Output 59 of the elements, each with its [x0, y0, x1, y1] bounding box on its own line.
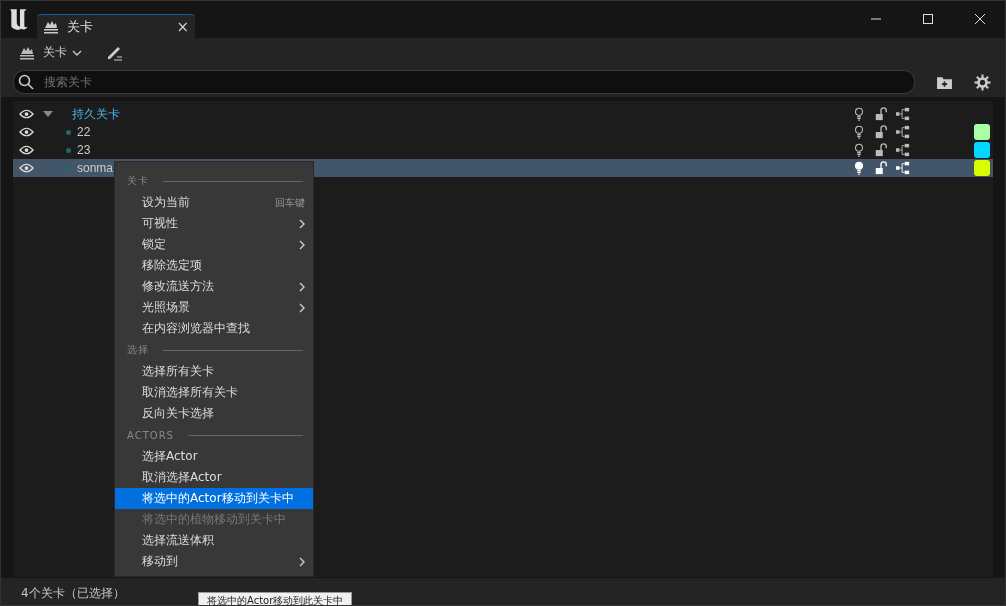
menu-section-header: 关卡 — [127, 174, 149, 188]
settings-icon[interactable] — [974, 73, 991, 91]
chevron-down-icon — [72, 49, 82, 56]
unlocked-padlock-icon[interactable] — [874, 125, 888, 139]
menu-item[interactable]: 选择所有关卡 — [115, 361, 313, 382]
menu-item[interactable]: 设为当前 回车键 — [115, 192, 313, 213]
level-name: 持久关卡 — [72, 105, 120, 123]
hierarchy-icon[interactable] — [896, 107, 910, 121]
eye-icon[interactable] — [19, 127, 34, 137]
menu-item[interactable]: 选择Actor — [115, 446, 313, 467]
lightbulb-icon[interactable] — [852, 161, 866, 175]
level-icon — [19, 45, 35, 60]
maximize-icon[interactable] — [922, 13, 934, 25]
menu-item[interactable]: 取消选择Actor — [115, 467, 313, 488]
level-color-swatch[interactable] — [974, 124, 990, 140]
tab-title: 关卡 — [67, 17, 93, 36]
search-field[interactable]: 搜索关卡 — [13, 70, 915, 94]
tooltip: 将选中的Actor移动到此关卡中 — [198, 592, 353, 605]
hierarchy-icon[interactable] — [896, 143, 910, 157]
hierarchy-icon[interactable] — [896, 125, 910, 139]
search-icon — [18, 74, 34, 90]
tab-close-button[interactable]: × — [176, 17, 189, 36]
menu-section-header: ACTORS — [127, 429, 174, 441]
levels-dropdown-button[interactable]: 关卡 — [19, 44, 82, 61]
menu-item[interactable]: 将选中的Actor移动到关卡中 — [115, 488, 313, 509]
lightbulb-icon[interactable] — [852, 125, 866, 139]
menu-item[interactable]: 移除选定项 — [115, 255, 313, 276]
menu-item[interactable]: 移动到 — [115, 551, 313, 572]
level-name: 23 — [77, 143, 91, 157]
menu-item[interactable]: 取消选择所有关卡 — [115, 382, 313, 403]
menu-section-header: 选择 — [127, 343, 149, 357]
close-icon[interactable] — [974, 13, 986, 25]
lightbulb-icon[interactable] — [852, 143, 866, 157]
level-icon — [43, 19, 59, 34]
unlocked-padlock-icon[interactable] — [874, 161, 888, 175]
unlocked-padlock-icon[interactable] — [874, 107, 888, 121]
level-row[interactable]: 22 — [13, 123, 993, 141]
eye-icon[interactable] — [19, 109, 34, 119]
level-color-swatch[interactable] — [974, 160, 990, 176]
menu-item[interactable]: 光照场景 — [115, 297, 313, 318]
expand-arrow-icon[interactable] — [43, 109, 53, 119]
lightbulb-icon[interactable] — [852, 107, 866, 121]
menu-item[interactable]: 反向关卡选择 — [115, 403, 313, 424]
level-name: sonma — [77, 161, 114, 175]
menu-item[interactable]: 锁定 — [115, 234, 313, 255]
unlocked-padlock-icon[interactable] — [874, 143, 888, 157]
menu-item[interactable]: 选择流送体积 — [115, 530, 313, 551]
eye-icon[interactable] — [19, 163, 34, 173]
level-row[interactable]: 持久关卡 — [13, 105, 993, 123]
menu-item[interactable]: 在内容浏览器中查找 — [115, 318, 313, 339]
status-text: 4个关卡（已选择） — [21, 584, 125, 602]
level-row[interactable]: 23 — [13, 141, 993, 159]
levels-tab[interactable]: 关卡 × — [37, 14, 195, 38]
level-name: 22 — [77, 125, 91, 139]
menu-item[interactable]: 可视性 — [115, 213, 313, 234]
eye-icon[interactable] — [19, 145, 34, 155]
hierarchy-icon[interactable] — [896, 161, 910, 175]
level-color-swatch[interactable] — [974, 142, 990, 158]
menu-item[interactable]: 修改流送方法 — [115, 276, 313, 297]
